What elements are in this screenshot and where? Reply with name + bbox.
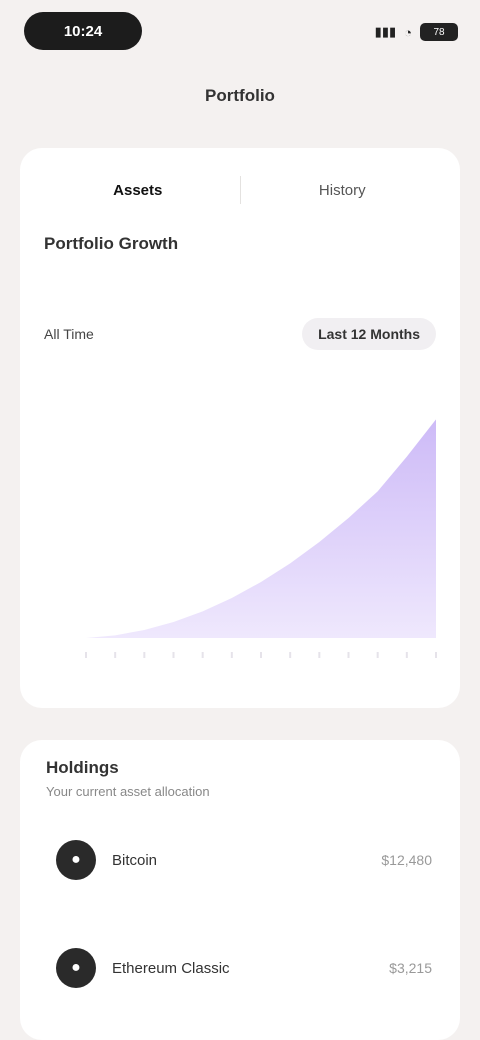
- tab-bar: Assets History: [36, 166, 444, 214]
- area-series: [86, 419, 436, 638]
- tab-assets[interactable]: Assets: [36, 166, 240, 214]
- x-tick: [347, 652, 350, 658]
- coin-icon: ●: [56, 948, 96, 988]
- filter-row: All Time Last 12 Months: [44, 316, 436, 352]
- list-item[interactable]: ● Ethereum Classic $3,215: [56, 940, 432, 996]
- growth-chart: [85, 419, 437, 658]
- status-bar: 10:24 ▮▮▮ ◔ 78: [0, 0, 480, 60]
- x-tick: [230, 652, 233, 658]
- section-title: Portfolio Growth: [44, 234, 179, 253]
- range-filter[interactable]: All Time: [44, 326, 94, 342]
- x-tick: [114, 652, 117, 658]
- x-tick: [405, 652, 408, 658]
- holdings-card: Holdings Your current asset allocation ●…: [20, 740, 460, 1040]
- x-tick: [172, 652, 175, 658]
- wifi-icon: ◔: [404, 24, 412, 40]
- signal-icon: ▮▮▮: [374, 24, 397, 39]
- x-tick: [376, 652, 379, 658]
- portfolio-card: Assets History Portfolio Growth All Time…: [20, 148, 460, 708]
- page-title: Portfolio: [205, 86, 275, 105]
- x-tick: [201, 652, 204, 658]
- holdings-subtitle: Your current asset allocation: [46, 784, 210, 799]
- x-tick: [260, 652, 262, 658]
- asset-value: $12,480: [381, 852, 432, 868]
- battery-icon: 78: [420, 23, 458, 41]
- asset-value: $3,215: [389, 960, 432, 976]
- asset-name: Ethereum Classic: [112, 959, 230, 977]
- x-tick: [318, 652, 321, 658]
- status-icons: ▮▮▮ ◔ 78: [375, 18, 458, 46]
- x-tick: [435, 652, 437, 658]
- x-tick: [143, 652, 146, 658]
- holdings-title: Holdings: [46, 758, 119, 777]
- x-tick: [85, 652, 87, 658]
- asset-name: Bitcoin: [112, 851, 158, 869]
- status-time: 10:24: [24, 12, 142, 50]
- period-selector[interactable]: Last 12 Months: [302, 318, 436, 350]
- x-tick: [289, 652, 292, 658]
- list-item[interactable]: ● Bitcoin $12,480: [56, 832, 432, 888]
- tab-history[interactable]: History: [241, 166, 445, 214]
- coin-icon: ●: [56, 840, 96, 880]
